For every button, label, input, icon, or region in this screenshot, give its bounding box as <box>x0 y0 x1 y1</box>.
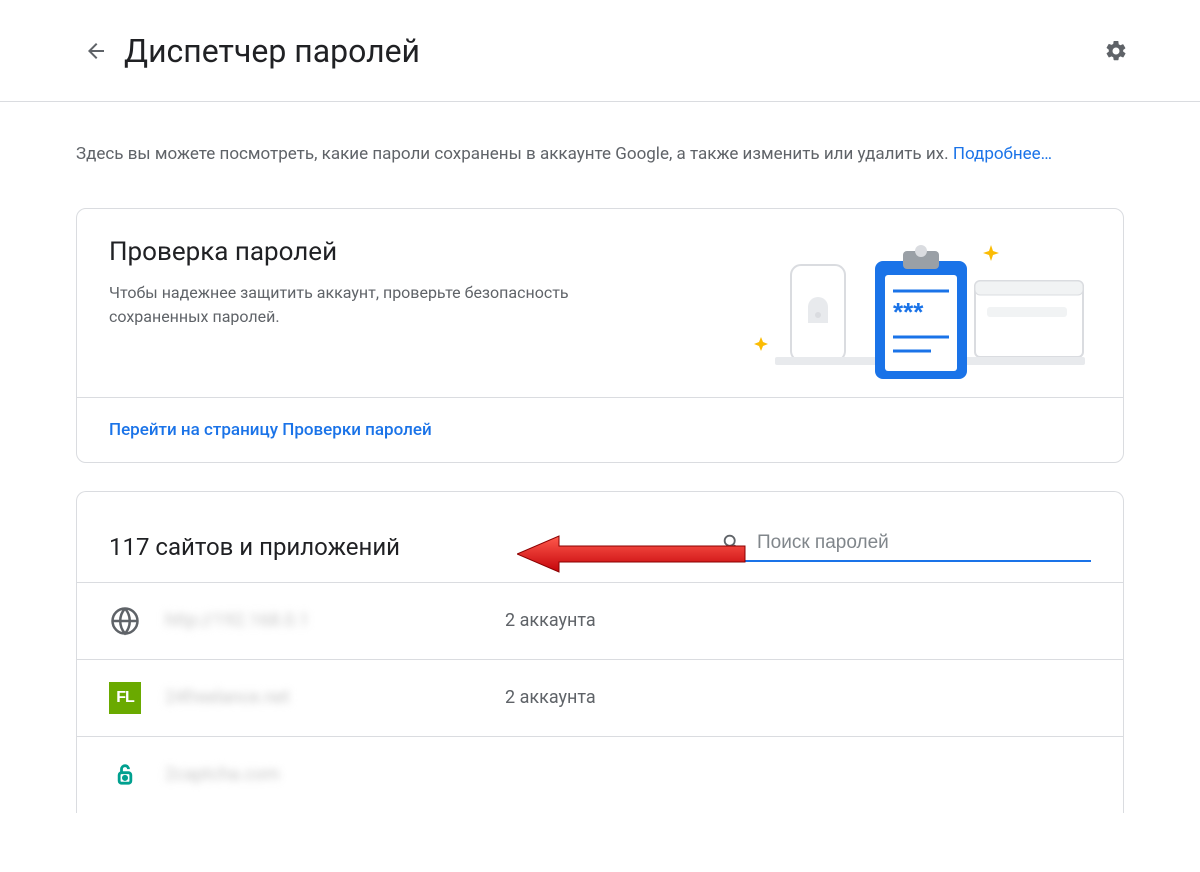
globe-icon <box>109 605 141 637</box>
settings-button[interactable] <box>1096 31 1136 71</box>
password-row[interactable]: 2captcha.com <box>77 736 1123 813</box>
password-row[interactable]: FL 24freelance.net 2 аккаунта <box>77 659 1123 736</box>
list-heading: 117 сайтов и приложений <box>109 533 400 561</box>
checkup-title: Проверка паролей <box>109 237 715 267</box>
password-list-card: 117 сайтов и приложений http://192.168. <box>76 491 1124 813</box>
intro-text: Здесь вы можете посмотреть, какие пароли… <box>76 142 1124 168</box>
search-input[interactable] <box>757 532 1091 554</box>
accounts-count: 2 аккаунта <box>505 610 596 631</box>
site-name: 24freelance.net <box>165 687 505 708</box>
site-favicon <box>109 759 141 791</box>
search-field[interactable] <box>721 532 1091 562</box>
checkup-link[interactable]: Перейти на страницу Проверки паролей <box>77 398 1123 462</box>
gear-icon <box>1104 39 1128 63</box>
learn-more-link[interactable]: Подробнее… <box>953 144 1052 164</box>
site-name: 2captcha.com <box>165 764 505 785</box>
checkup-illustration: *** <box>731 237 1091 397</box>
site-favicon: FL <box>109 682 141 714</box>
svg-text:***: *** <box>893 297 924 327</box>
accounts-count: 2 аккаунта <box>505 687 596 708</box>
page-title: Диспетчер паролей <box>124 32 420 70</box>
password-row[interactable]: http://192.168.0.1 2 аккаунта <box>77 582 1123 659</box>
password-checkup-card: Проверка паролей Чтобы надежнее защитить… <box>76 208 1124 463</box>
checkup-description: Чтобы надежнее защитить аккаунт, проверь… <box>109 281 629 329</box>
arrow-annotation <box>517 534 747 574</box>
site-name: http://192.168.0.1 <box>165 610 505 631</box>
back-button[interactable] <box>76 31 116 71</box>
arrow-left-icon <box>84 39 108 63</box>
